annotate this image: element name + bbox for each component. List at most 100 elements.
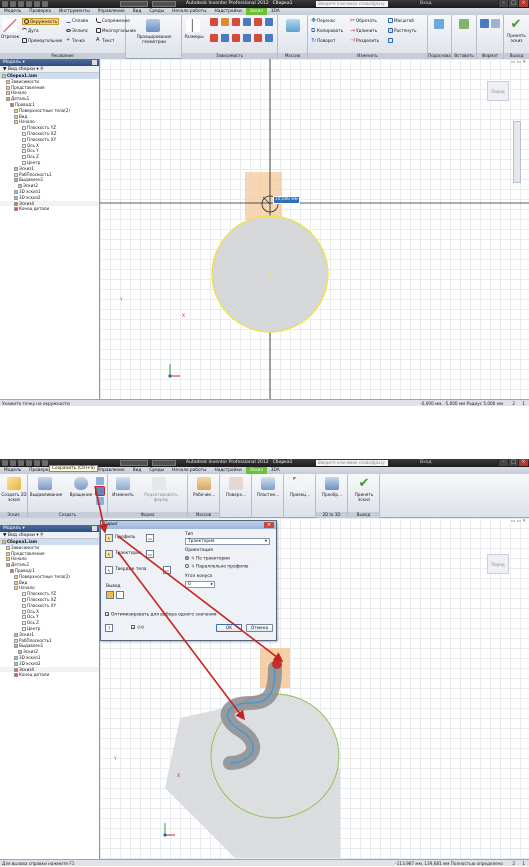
- pin-icon[interactable]: [92, 526, 97, 531]
- move-button[interactable]: ✥ Перенос: [311, 18, 336, 24]
- text-button[interactable]: A Текст: [96, 38, 114, 44]
- finish-sketch-icon[interactable]: ✔: [357, 477, 371, 490]
- extrude-button[interactable]: Выдавливание: [28, 492, 64, 497]
- point-button[interactable]: + Точка: [66, 38, 85, 44]
- create-2d-sketch-icon[interactable]: [7, 477, 21, 490]
- cancel-button[interactable]: Отмена: [246, 624, 273, 632]
- help-button[interactable]: ?: [105, 624, 113, 632]
- orientation-parallel-radio[interactable]: ↯ Параллельно профилю: [185, 564, 248, 570]
- stretch-button[interactable]: Растянуть: [388, 28, 416, 33]
- tab-addins[interactable]: Надстройки: [210, 467, 245, 474]
- convert-icon[interactable]: [325, 477, 339, 490]
- arc-button[interactable]: Дуга: [22, 28, 39, 33]
- graphics-window[interactable]: ▭ ▭ ✕ Перед 10,000 мм Y X: [100, 59, 529, 399]
- edit-form-button[interactable]: Редактировать форму: [138, 492, 184, 502]
- spline-button[interactable]: Сплайн: [66, 18, 88, 23]
- minimize-button[interactable]: –: [498, 0, 508, 7]
- plastic-part-icon[interactable]: [261, 477, 275, 490]
- dimension-icon[interactable]: [186, 19, 200, 32]
- smooth-icon[interactable]: [243, 33, 251, 42]
- underlay-icon[interactable]: [434, 19, 444, 29]
- finish-sketch-icon[interactable]: ✔: [509, 18, 523, 31]
- save-icon[interactable]: [26, 460, 32, 466]
- orientation-path-radio[interactable]: ↯ По траектории: [185, 556, 230, 562]
- save-icon[interactable]: [26, 1, 32, 7]
- app-menu-icon[interactable]: [2, 1, 8, 7]
- rotate-button[interactable]: ↻ Поворот: [311, 38, 335, 44]
- centerline-icon[interactable]: [491, 19, 500, 28]
- offset-button[interactable]: [388, 38, 393, 43]
- fix-icon[interactable]: [243, 18, 251, 26]
- coil-icon[interactable]: [96, 497, 104, 505]
- fillet-button[interactable]: Сопряжение: [96, 18, 130, 23]
- symmetric-icon[interactable]: [254, 33, 262, 42]
- material-combo[interactable]: [120, 1, 148, 7]
- perpendicular-icon[interactable]: [265, 18, 273, 26]
- new-icon[interactable]: [10, 460, 16, 466]
- loft-icon[interactable]: [96, 477, 104, 485]
- maximize-button[interactable]: □: [508, 459, 518, 466]
- finish-sketch-button[interactable]: Принять эскиз: [504, 33, 529, 43]
- tree-item[interactable]: Конец детали: [0, 206, 99, 212]
- ellipse-button[interactable]: Эллипс: [66, 28, 88, 33]
- tab-get-started[interactable]: Начало работы: [168, 467, 210, 474]
- tab-addins[interactable]: Надстройки: [210, 8, 245, 15]
- parallel-icon[interactable]: [254, 18, 262, 26]
- trim-button[interactable]: ✂ Обрезать: [350, 18, 377, 24]
- open-icon[interactable]: [18, 1, 24, 7]
- tab-environments[interactable]: Среды: [145, 467, 168, 474]
- tab-inspect[interactable]: Проверка: [25, 8, 55, 15]
- find-icon[interactable]: ⚲: [40, 67, 43, 72]
- login-link[interactable]: Вход: [420, 460, 432, 465]
- split-button[interactable]: ⊣ Разделить: [350, 38, 379, 44]
- project-geometry-button[interactable]: Проецирование геометрии: [128, 34, 180, 44]
- tab-sketch[interactable]: Эскиз: [245, 8, 267, 15]
- revolve-icon[interactable]: [74, 477, 88, 490]
- tree-item[interactable]: Конец детали: [0, 672, 99, 678]
- convert-button[interactable]: Преобр...: [316, 492, 348, 497]
- modify-icon[interactable]: [116, 477, 130, 490]
- login-link[interactable]: Вход: [420, 1, 432, 6]
- maximize-button[interactable]: □: [508, 0, 518, 7]
- preview-checkbox[interactable]: ✓ ⊙⊙: [131, 625, 144, 631]
- scale-button[interactable]: Масштаб: [388, 18, 414, 23]
- tab-3da[interactable]: 3DA: [267, 467, 284, 474]
- circle-button[interactable]: Окружность: [22, 18, 60, 25]
- redo-icon[interactable]: [42, 1, 48, 7]
- browser-toolbar[interactable]: ▼ Вид сборки ▾ ⚲: [0, 66, 99, 73]
- tab-manage[interactable]: Управление: [94, 8, 129, 15]
- close-button[interactable]: ×: [518, 0, 528, 7]
- finish-sketch-button[interactable]: Принять эскиз: [348, 492, 380, 502]
- browser-header[interactable]: Модель ▾: [0, 525, 99, 532]
- tab-model[interactable]: Модель: [0, 467, 25, 474]
- appearance-combo[interactable]: [152, 1, 176, 7]
- plastic-part-button[interactable]: Пластин...: [252, 492, 284, 497]
- coincident-icon[interactable]: [210, 18, 218, 26]
- project-button[interactable]: Проекц...: [284, 492, 316, 497]
- search-input[interactable]: Введите ключевое слово/фразу: [316, 1, 388, 7]
- browser-header[interactable]: Модель ▾: [0, 59, 99, 66]
- line-icon[interactable]: [3, 19, 17, 32]
- open-icon[interactable]: [18, 460, 24, 466]
- dimension-button[interactable]: Размеры: [182, 34, 206, 39]
- line-button[interactable]: Отрезок: [0, 34, 20, 39]
- output-solid-button[interactable]: [106, 591, 114, 599]
- project-icon[interactable]: [293, 477, 307, 490]
- construction-icon[interactable]: [480, 19, 489, 28]
- insert-image-icon[interactable]: [459, 19, 469, 29]
- extrude-icon[interactable]: [38, 477, 52, 490]
- app-menu-icon[interactable]: [2, 460, 8, 466]
- rectangle-button[interactable]: Прямоугольник: [22, 38, 62, 43]
- circle-center-point[interactable]: [268, 272, 272, 276]
- vertical-icon[interactable]: [221, 33, 229, 42]
- sweep-icon[interactable]: [95, 486, 105, 496]
- appearance-combo[interactable]: [152, 460, 176, 466]
- solids-select-button[interactable]: ↖: [105, 566, 113, 574]
- ok-button[interactable]: OK: [216, 624, 242, 632]
- tab-model[interactable]: Модель: [0, 8, 25, 15]
- path-select-button[interactable]: ↖: [105, 550, 113, 558]
- collinear-icon[interactable]: [221, 18, 229, 26]
- surface-button[interactable]: Поверх...: [220, 492, 252, 497]
- dialog-titlebar[interactable]: Сдвиг ×: [101, 521, 276, 529]
- tab-view[interactable]: Вид: [129, 8, 146, 15]
